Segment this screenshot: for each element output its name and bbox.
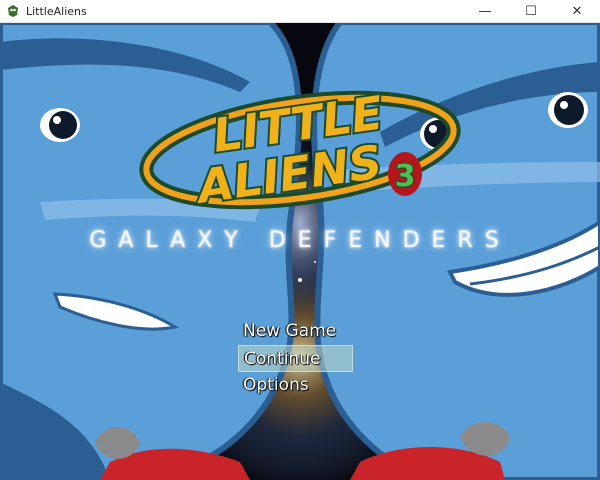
window-title: LittleAliens bbox=[26, 4, 87, 18]
main-menu: New Game Continue Options bbox=[238, 318, 362, 399]
close-button[interactable]: ✕ bbox=[554, 0, 600, 22]
game-subtitle: GALAXY DEFENDERS bbox=[89, 228, 511, 253]
logo-number: 3 bbox=[395, 159, 416, 194]
maximize-button[interactable]: ☐ bbox=[508, 0, 554, 22]
menu-item-options[interactable]: Options bbox=[238, 372, 362, 399]
title-bar: LittleAliens — ☐ ✕ bbox=[0, 0, 600, 23]
title-screen: LITTLE ALIENS 3 GALAXY DEFENDERS New Gam… bbox=[0, 22, 600, 480]
minimize-button[interactable]: — bbox=[462, 0, 508, 22]
menu-item-new-game[interactable]: New Game bbox=[238, 318, 362, 345]
game-window: LittleAliens — ☐ ✕ LITTLE ALIENS 3 GALAX… bbox=[0, 0, 600, 480]
app-icon bbox=[8, 5, 18, 17]
menu-item-continue[interactable]: Continue bbox=[238, 345, 353, 372]
